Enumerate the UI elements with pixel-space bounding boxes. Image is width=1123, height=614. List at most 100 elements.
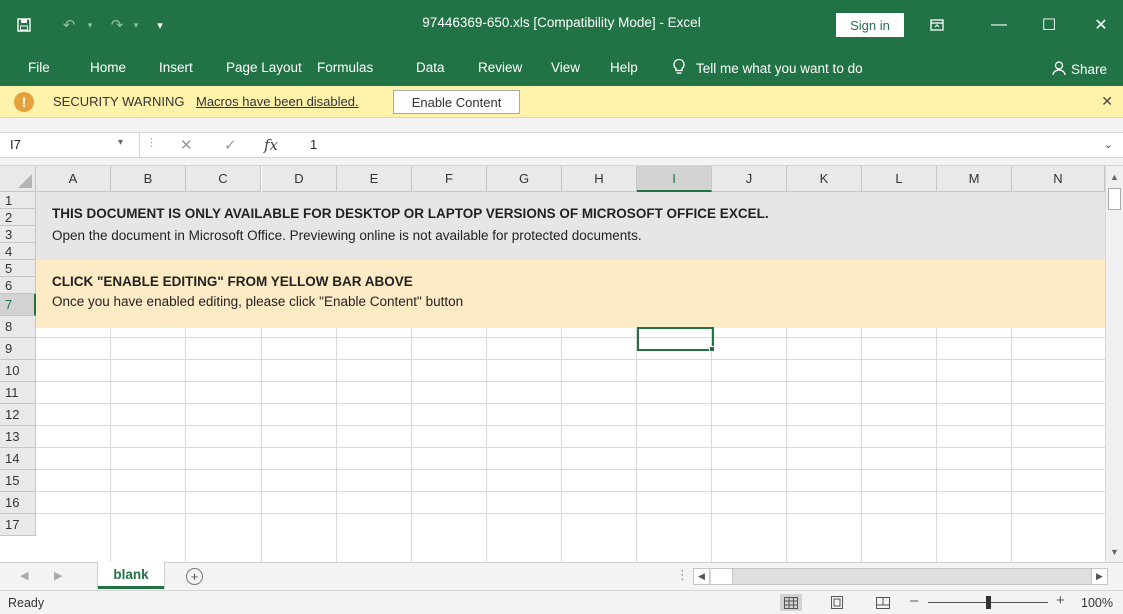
row-header-6[interactable]: 6 [0, 277, 36, 294]
row-header-3[interactable]: 3 [0, 226, 36, 243]
separator-strip [0, 158, 1123, 166]
row-header-12[interactable]: 12 [0, 404, 36, 426]
next-sheet-icon[interactable]: ▶ [54, 569, 62, 582]
column-header-j[interactable]: J [712, 166, 787, 192]
horizontal-scrollbar[interactable]: ◀ ▶ [693, 568, 1108, 585]
notice-band [36, 192, 1105, 260]
ribbon-display-options-icon[interactable] [922, 10, 952, 40]
column-header-e[interactable]: E [337, 166, 412, 192]
save-icon[interactable] [12, 14, 36, 36]
scroll-down-icon[interactable]: ▼ [1106, 543, 1123, 560]
zoom-slider-knob[interactable] [986, 596, 991, 609]
row-header-14[interactable]: 14 [0, 448, 36, 470]
horizontal-scroll-thumb[interactable] [711, 569, 733, 584]
formula-bar: I7 ▾ ⋮ ✕ ✓ fx 1 ⌄ [0, 132, 1123, 158]
normal-view-icon[interactable] [780, 594, 802, 611]
undo-dropdown-icon[interactable]: ▾ [84, 14, 96, 36]
row-header-13[interactable]: 13 [0, 426, 36, 448]
status-bar: Ready – + 100% [0, 590, 1123, 614]
tab-insert[interactable]: Insert [159, 60, 193, 75]
name-box-dropdown-icon[interactable]: ▾ [118, 137, 123, 148]
fill-handle[interactable] [709, 346, 715, 352]
page-layout-view-icon[interactable] [826, 594, 848, 611]
gridline-horizontal [36, 513, 1105, 514]
redo-dropdown-icon[interactable]: ▾ [130, 14, 142, 36]
row-header-2[interactable]: 2 [0, 209, 36, 226]
row-header-9[interactable]: 9 [0, 338, 36, 360]
tab-view[interactable]: View [551, 60, 580, 75]
row-header-15[interactable]: 15 [0, 470, 36, 492]
column-header-g[interactable]: G [487, 166, 562, 192]
share-button[interactable]: Share [1051, 60, 1107, 79]
close-button[interactable]: ✕ [1086, 10, 1116, 40]
column-header-h[interactable]: H [562, 166, 637, 192]
sheet-tab-blank[interactable]: blank [98, 562, 164, 589]
column-header-n[interactable]: N [1012, 166, 1105, 192]
column-header-c[interactable]: C [186, 166, 261, 192]
row-header-7[interactable]: 7 [0, 294, 36, 316]
expand-formula-bar-icon[interactable]: ⌄ [1104, 138, 1113, 151]
tell-me-search[interactable]: Tell me what you want to do [672, 58, 863, 79]
name-box[interactable]: I7 ▾ [0, 133, 140, 157]
scroll-up-icon[interactable]: ▲ [1106, 168, 1123, 185]
formula-input[interactable]: 1 [310, 137, 317, 152]
tab-file[interactable]: File [28, 60, 50, 75]
tab-split-handle[interactable]: ⋮ [676, 567, 689, 583]
tab-review[interactable]: Review [478, 60, 522, 75]
close-warning-icon[interactable]: ✕ [1101, 93, 1113, 110]
column-header-i[interactable]: I [637, 166, 712, 192]
row-header-10[interactable]: 10 [0, 360, 36, 382]
tab-formulas[interactable]: Formulas [317, 60, 373, 75]
zoom-level[interactable]: 100% [1081, 596, 1113, 610]
column-header-a[interactable]: A [36, 166, 111, 192]
undo-icon[interactable]: ↶ [58, 14, 80, 36]
row-header-5[interactable]: 5 [0, 260, 36, 277]
row-header-16[interactable]: 16 [0, 492, 36, 514]
gridline-horizontal [36, 359, 1105, 360]
insert-function-icon[interactable]: fx [264, 136, 278, 154]
row-header-1[interactable]: 1 [0, 192, 36, 209]
tab-page-layout[interactable]: Page Layout [226, 60, 302, 75]
vertical-scroll-thumb[interactable] [1108, 188, 1121, 210]
minimize-button[interactable]: — [984, 10, 1014, 40]
column-header-d[interactable]: D [262, 166, 337, 192]
sign-in-button[interactable]: Sign in [836, 13, 904, 37]
column-header-f[interactable]: F [412, 166, 487, 192]
tab-help[interactable]: Help [610, 60, 638, 75]
add-sheet-icon[interactable]: + [186, 568, 203, 585]
tab-data[interactable]: Data [416, 60, 445, 75]
customize-quick-access-icon[interactable]: ▾ [152, 14, 168, 36]
previous-sheet-icon[interactable]: ◀ [20, 569, 28, 582]
zoom-in-button[interactable]: + [1056, 592, 1065, 609]
column-header-l[interactable]: L [862, 166, 937, 192]
gridline-horizontal [36, 447, 1105, 448]
window-title: 97446369-650.xls [Compatibility Mode] - … [422, 15, 701, 30]
column-header-m[interactable]: M [937, 166, 1012, 192]
column-header-k[interactable]: K [787, 166, 862, 192]
column-header-b[interactable]: B [111, 166, 186, 192]
scroll-right-icon[interactable]: ▶ [1091, 569, 1107, 584]
gridline-horizontal [36, 337, 1105, 338]
redo-icon[interactable]: ↷ [106, 14, 128, 36]
select-all-corner[interactable] [0, 166, 36, 192]
row-header-8[interactable]: 8 [0, 316, 36, 338]
vertical-scrollbar[interactable]: ▲ ▼ [1105, 166, 1123, 562]
zoom-out-button[interactable]: – [910, 592, 918, 609]
cancel-icon[interactable]: ✕ [180, 136, 193, 154]
row-header-17[interactable]: 17 [0, 514, 36, 536]
gridline-horizontal [36, 469, 1105, 470]
row-header-4[interactable]: 4 [0, 243, 36, 260]
scroll-left-icon[interactable]: ◀ [694, 569, 710, 584]
spreadsheet-grid[interactable]: ABCDEFGHIJKLMN 1 2 3 4 5 6 7 8 9 10 11 12 13 14 15 16 17… [0, 166, 1105, 562]
gridline-horizontal [36, 425, 1105, 426]
enable-content-button[interactable]: Enable Content [393, 90, 520, 114]
page-break-preview-icon[interactable] [872, 594, 894, 611]
instruction-body: Once you have enabled editing, please cl… [52, 294, 464, 309]
tab-home[interactable]: Home [90, 60, 126, 75]
maximize-button[interactable]: ☐ [1034, 10, 1064, 40]
selected-cell[interactable] [637, 327, 714, 351]
row-header-11[interactable]: 11 [0, 382, 36, 404]
enter-icon[interactable]: ✓ [224, 136, 237, 154]
security-warning-label: SECURITY WARNING [53, 94, 185, 109]
macros-disabled-link[interactable]: Macros have been disabled. [196, 94, 359, 109]
